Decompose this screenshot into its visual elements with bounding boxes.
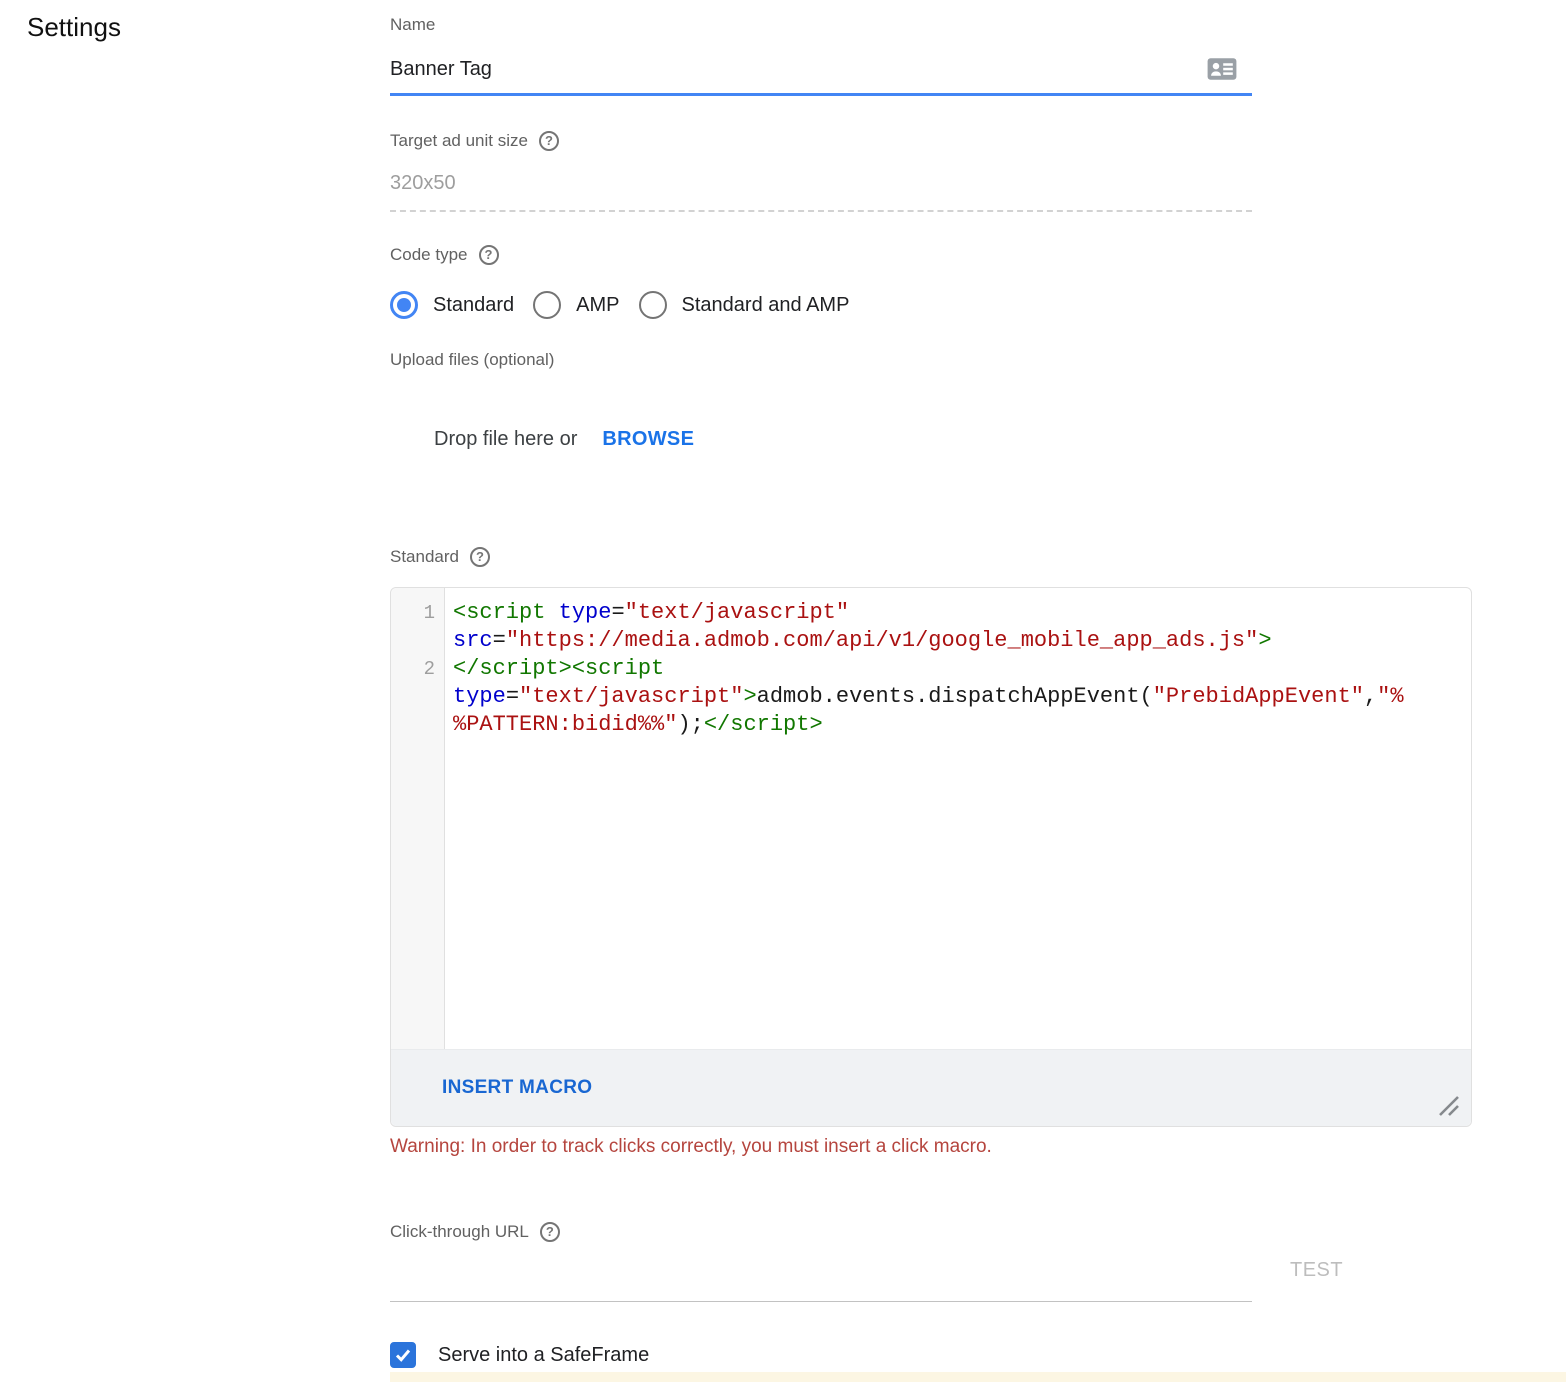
safeframe-label: Serve into a SafeFrame bbox=[438, 1344, 649, 1367]
click-through-url-row: TEST bbox=[390, 1242, 1472, 1302]
code-editor-code[interactable]: <script type="text/javascript"src="https… bbox=[445, 588, 1471, 1049]
radio-option-label: Standard bbox=[433, 294, 514, 317]
radio-option-standard-and-amp[interactable]: Standard and AMP bbox=[639, 291, 850, 319]
notice-strip bbox=[390, 1372, 1566, 1382]
code-type-label: Code type ? bbox=[390, 244, 1472, 265]
code-editor-gutter: 12 bbox=[391, 588, 445, 1049]
radio-button-icon[interactable] bbox=[639, 291, 667, 319]
code-type-label-text: Code type bbox=[390, 244, 468, 265]
settings-form: Name Banner Tag Target ad unit size ? 32… bbox=[390, 0, 1472, 1368]
safeframe-checkbox[interactable] bbox=[390, 1342, 416, 1368]
safeframe-row: Serve into a SafeFrame bbox=[390, 1342, 1472, 1368]
radio-option-label: AMP bbox=[576, 294, 619, 317]
name-input-value: Banner Tag bbox=[390, 58, 492, 80]
page-title: Settings bbox=[27, 12, 121, 43]
name-input[interactable]: Banner Tag bbox=[390, 57, 1252, 96]
target-ad-unit-size-label-text: Target ad unit size bbox=[390, 130, 528, 151]
browse-button[interactable]: BROWSE bbox=[602, 428, 694, 451]
code-type-radio-group: Standard AMP Standard and AMP bbox=[390, 291, 1472, 319]
help-icon[interactable]: ? bbox=[539, 131, 559, 151]
code-editor-body: 12 <script type="text/javascript"src="ht… bbox=[391, 588, 1471, 1049]
upload-files-label-text: Upload files (optional) bbox=[390, 349, 554, 370]
click-through-url-label-text: Click-through URL bbox=[390, 1221, 529, 1242]
radio-button-icon[interactable] bbox=[533, 291, 561, 319]
standard-code-label-text: Standard bbox=[390, 546, 459, 567]
help-icon[interactable]: ? bbox=[540, 1222, 560, 1242]
insert-macro-button[interactable]: INSERT MACRO bbox=[442, 1077, 592, 1099]
contact-card-icon[interactable] bbox=[1207, 57, 1237, 81]
test-button[interactable]: TEST bbox=[1290, 1259, 1343, 1282]
help-icon[interactable]: ? bbox=[470, 547, 490, 567]
name-label-text: Name bbox=[390, 14, 435, 35]
drop-file-text: Drop file here or bbox=[434, 428, 577, 451]
radio-option-label: Standard and AMP bbox=[682, 294, 850, 317]
radio-option-standard[interactable]: Standard bbox=[390, 291, 514, 319]
code-editor-footer: INSERT MACRO bbox=[391, 1049, 1471, 1126]
target-ad-unit-size-label: Target ad unit size ? bbox=[390, 130, 1472, 151]
code-editor: 12 <script type="text/javascript"src="ht… bbox=[390, 587, 1472, 1127]
file-drop-zone[interactable]: Drop file here or BROWSE bbox=[434, 428, 1472, 451]
dashed-divider bbox=[390, 210, 1252, 212]
click-through-url-label: Click-through URL ? bbox=[390, 1221, 1472, 1242]
name-label: Name bbox=[390, 14, 1472, 35]
help-icon[interactable]: ? bbox=[479, 245, 499, 265]
click-through-url-input[interactable] bbox=[390, 1242, 1252, 1302]
resize-handle-icon[interactable] bbox=[1437, 1094, 1461, 1118]
standard-code-label: Standard ? bbox=[390, 546, 1472, 567]
radio-button-icon[interactable] bbox=[390, 291, 418, 319]
target-ad-unit-size-value: 320x50 bbox=[390, 171, 1472, 195]
radio-option-amp[interactable]: AMP bbox=[533, 291, 619, 319]
click-macro-warning: Warning: In order to track clicks correc… bbox=[390, 1135, 1472, 1159]
upload-files-label: Upload files (optional) bbox=[390, 349, 1472, 370]
